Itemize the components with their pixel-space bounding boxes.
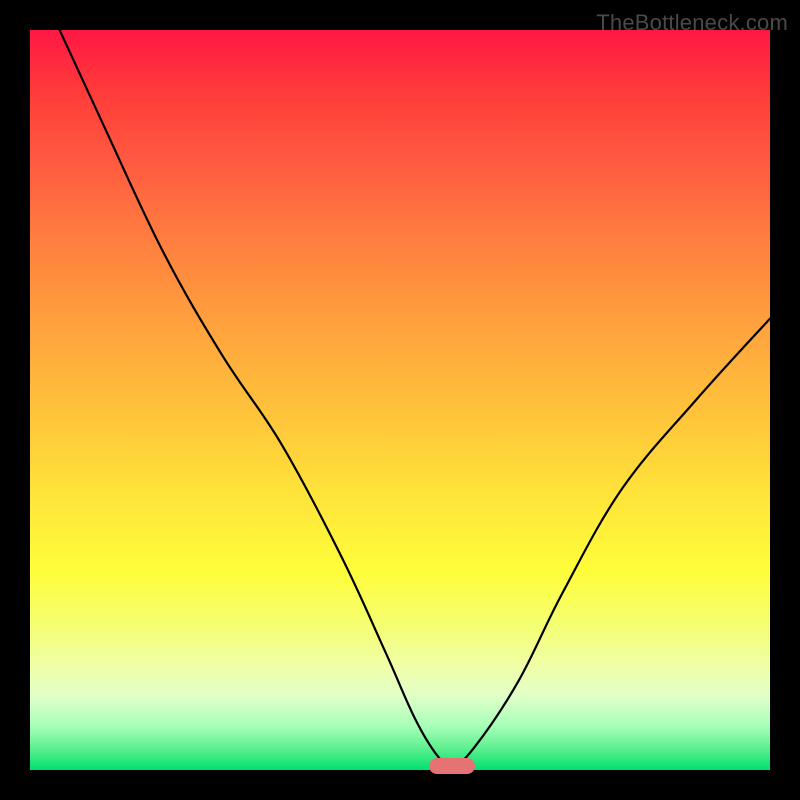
chart-plot-area — [30, 30, 770, 770]
bottleneck-curve — [30, 30, 770, 770]
optimum-marker — [429, 758, 475, 774]
watermark-text: TheBottleneck.com — [596, 10, 788, 36]
